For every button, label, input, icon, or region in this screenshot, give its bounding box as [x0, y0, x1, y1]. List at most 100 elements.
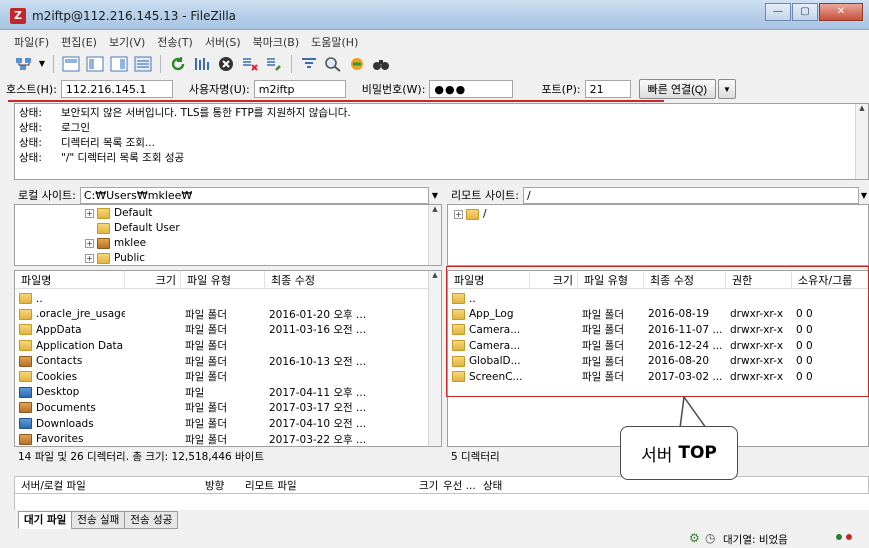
table-row[interactable]: .oracle_jre_usage 파일 폴더 2016-01-20 오후 ...: [15, 307, 429, 323]
quickconnect-button[interactable]: 빠른 연결(Q): [638, 79, 716, 99]
search-icon[interactable]: [371, 54, 391, 74]
filter-icon[interactable]: [299, 54, 319, 74]
queue-column-direction[interactable]: 방향: [205, 478, 245, 493]
expand-icon[interactable]: +: [85, 253, 94, 263]
file-name: AppData: [36, 323, 82, 336]
toggle-remote-tree-icon[interactable]: [109, 54, 129, 74]
expand-icon[interactable]: +: [454, 209, 463, 219]
reconnect-icon[interactable]: [264, 54, 284, 74]
table-row[interactable]: Application Data 파일 폴더: [15, 338, 429, 354]
remote-path-input[interactable]: /: [522, 186, 859, 204]
host-input[interactable]: [60, 80, 173, 98]
file-modified-cell: 2016-01-20 오후 ...: [269, 308, 367, 321]
folder-icon: [19, 340, 32, 352]
log-row: 상태: "/" 디렉터리 목록 조회 성공: [15, 151, 868, 166]
log-row: 상태: 로그인: [15, 121, 868, 136]
host-label: 호스트(H):: [6, 83, 57, 96]
queue-header: 서버/로컬 파일 방향 리모트 파일 크기 우선 ... 상태: [14, 476, 869, 494]
queue-status: 대기열: 비었음: [723, 534, 788, 546]
table-row[interactable]: Cookies 파일 폴더: [15, 369, 429, 385]
folder-icon: [466, 208, 479, 220]
quickconnect-dropdown-button[interactable]: ▼: [718, 79, 736, 99]
menu-server[interactable]: 서버(S): [199, 31, 247, 51]
tree-item[interactable]: + Default: [85, 206, 152, 220]
tab-failed-transfers[interactable]: 전송 실패: [71, 511, 126, 529]
table-row[interactable]: Contacts 파일 폴더 2016-10-13 오전 ...: [15, 353, 429, 369]
refresh-icon[interactable]: [168, 54, 188, 74]
toggle-local-tree-icon[interactable]: [85, 54, 105, 74]
tree-item[interactable]: Default User: [97, 221, 180, 235]
remote-tree: + /: [447, 204, 869, 266]
sync-browse-icon[interactable]: [347, 54, 367, 74]
table-row[interactable]: Desktop 파일 2017-04-11 오후 ...: [15, 385, 429, 401]
table-row[interactable]: AppData 파일 폴더 2011-03-16 오전 ...: [15, 322, 429, 338]
menu-file[interactable]: 파일(F): [8, 31, 55, 51]
menu-bookmarks[interactable]: 북마크(B): [247, 31, 306, 51]
log-scrollbar[interactable]: ▲: [855, 104, 868, 179]
process-queue-icon[interactable]: [192, 54, 212, 74]
toggle-log-icon[interactable]: [61, 54, 81, 74]
local-list-scrollbar[interactable]: ▲: [428, 271, 441, 446]
folder-icon: [19, 355, 32, 367]
file-type-cell: 파일 폴더: [185, 418, 227, 431]
file-type-cell: 파일 폴더: [185, 340, 227, 353]
menu-view[interactable]: 보기(V): [103, 31, 151, 51]
column-name[interactable]: 파일명: [15, 271, 125, 288]
chevron-down-icon[interactable]: ▼: [38, 54, 46, 74]
queue-column-size[interactable]: 크기: [419, 478, 443, 493]
callout-strong-text: TOP: [678, 443, 717, 463]
file-name: Documents: [36, 401, 96, 414]
queue-column-file[interactable]: 서버/로컬 파일: [15, 478, 205, 493]
tab-queued-files[interactable]: 대기 파일: [18, 511, 73, 529]
tree-item[interactable]: + /: [454, 207, 487, 221]
message-log: 상태: 보안되지 않은 서버입니다. TLS를 통한 FTP를 지원하지 않습니다…: [14, 103, 869, 180]
expand-icon[interactable]: +: [85, 208, 94, 218]
site-manager-icon[interactable]: [14, 54, 34, 74]
tree-item[interactable]: + Public: [85, 251, 145, 265]
password-input[interactable]: [429, 80, 514, 98]
queue-column-remote[interactable]: 리모트 파일: [245, 478, 419, 493]
folder-icon: [19, 324, 32, 336]
menu-edit[interactable]: 편집(E): [55, 31, 103, 51]
file-type-cell: 파일 폴더: [185, 324, 227, 337]
scroll-up-icon[interactable]: ▲: [429, 271, 441, 283]
username-input[interactable]: [253, 80, 346, 98]
minimize-button[interactable]: —: [765, 3, 791, 21]
file-name-cell: Documents: [15, 402, 125, 414]
expand-icon[interactable]: +: [85, 238, 94, 248]
folder-icon: [97, 252, 110, 264]
tab-successful-transfers[interactable]: 전송 성공: [124, 511, 179, 529]
table-row[interactable]: Documents 파일 폴더 2017-03-17 오전 ...: [15, 400, 429, 416]
column-modified[interactable]: 최종 수정: [265, 271, 429, 288]
file-name: ..: [36, 292, 43, 305]
column-size[interactable]: 크기: [125, 271, 181, 288]
local-path-input[interactable]: C:₩Users₩mklee₩: [79, 186, 429, 204]
scroll-up-icon[interactable]: ▲: [856, 104, 868, 116]
maximize-button[interactable]: ▢: [792, 3, 818, 21]
table-row[interactable]: Downloads 파일 폴더 2017-04-10 오전 ...: [15, 416, 429, 432]
port-input[interactable]: [584, 80, 631, 98]
scroll-up-icon[interactable]: ▲: [429, 205, 441, 217]
tree-item[interactable]: + mklee: [85, 236, 146, 250]
disconnect-icon[interactable]: [240, 54, 260, 74]
file-modified-cell: 2017-03-17 오전 ...: [269, 402, 367, 415]
title-bar: Z m2iftp@112.216.145.13 - FileZilla — ▢ …: [0, 0, 869, 30]
password-label: 비밀번호(W):: [361, 83, 426, 96]
close-button[interactable]: ✕: [819, 3, 863, 21]
local-tree-scrollbar[interactable]: ▲: [428, 205, 441, 265]
table-row[interactable]: Favorites 파일 폴더 2017-03-22 오후 ...: [15, 431, 429, 446]
compare-icon[interactable]: [323, 54, 343, 74]
chevron-down-icon[interactable]: ▼: [859, 191, 869, 200]
menu-help[interactable]: 도움말(H): [305, 31, 364, 51]
menu-transfer[interactable]: 전송(T): [151, 31, 199, 51]
quickconnect-bar: 호스트(H): 사용자명(U): 비밀번호(W): 포트(P): 빠른 연결(Q…: [0, 76, 869, 102]
cancel-icon[interactable]: [216, 54, 236, 74]
file-name: Favorites: [36, 433, 84, 446]
toggle-queue-icon[interactable]: [133, 54, 153, 74]
file-name-cell: .oracle_jre_usage: [15, 308, 125, 320]
table-row[interactable]: ..: [15, 291, 429, 307]
chevron-down-icon[interactable]: ▼: [429, 191, 441, 200]
queue-column-priority[interactable]: 우선 ...: [443, 478, 483, 493]
queue-column-status[interactable]: 상태: [483, 478, 543, 493]
column-type[interactable]: 파일 유형: [181, 271, 265, 288]
